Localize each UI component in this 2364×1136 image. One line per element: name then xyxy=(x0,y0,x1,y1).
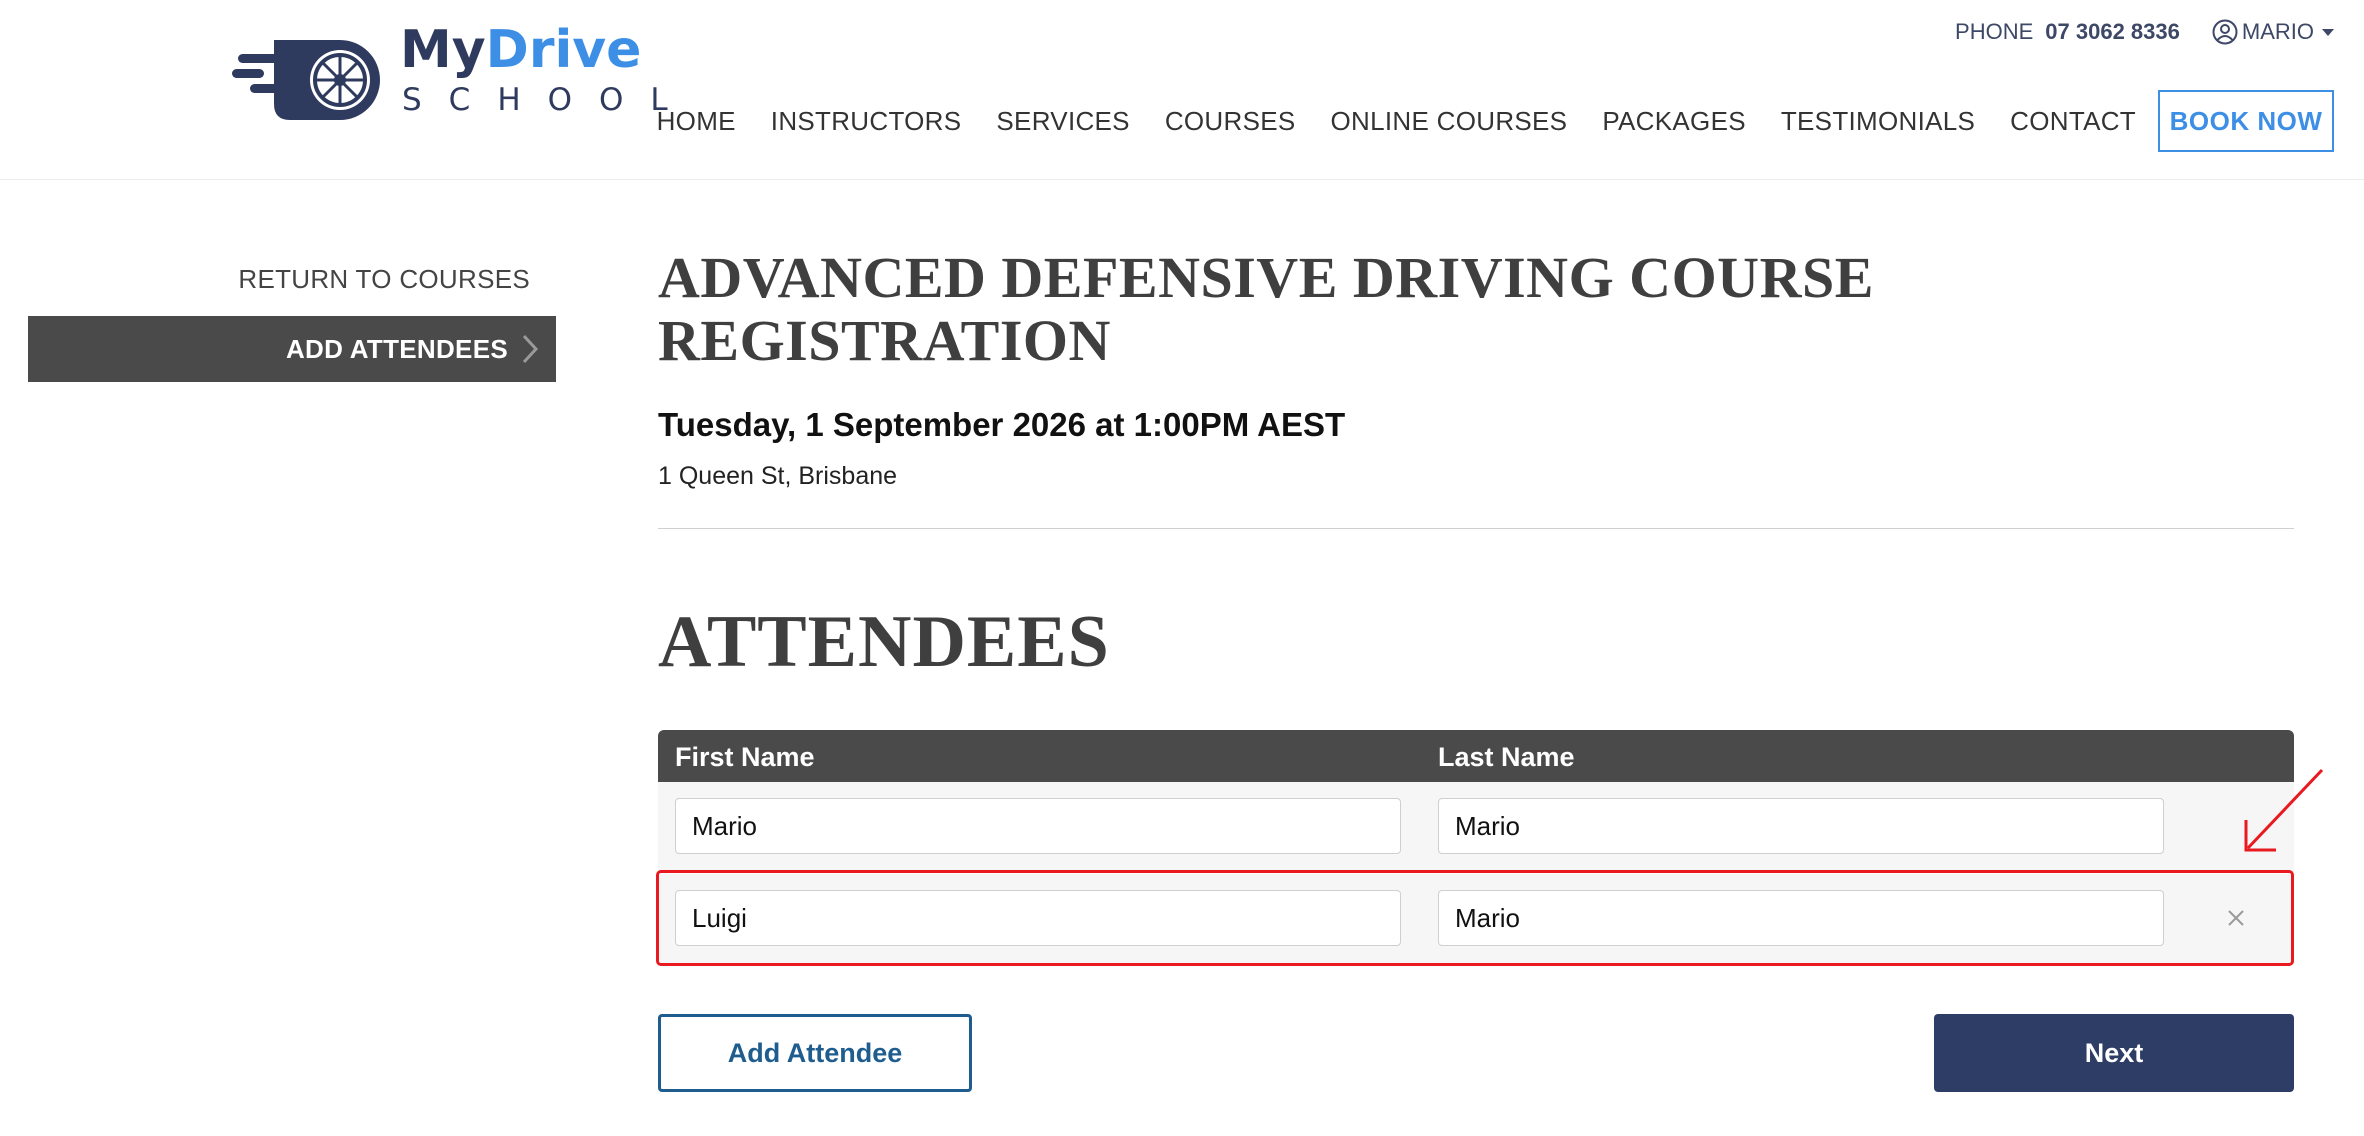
nav-instructors[interactable]: INSTRUCTORS xyxy=(771,106,962,137)
logo-text-drive: Drive xyxy=(485,20,642,80)
attendee-row xyxy=(658,782,2294,872)
nav-services[interactable]: SERVICES xyxy=(996,106,1129,137)
last-name-field[interactable] xyxy=(1438,890,2164,946)
phone-label: PHONE xyxy=(1955,19,2034,44)
user-menu-name[interactable]: MARIO xyxy=(2242,19,2314,45)
nav-testimonials[interactable]: TESTIMONIALS xyxy=(1781,106,1975,137)
close-icon xyxy=(2228,910,2244,926)
column-header-first-name: First Name xyxy=(675,742,815,772)
first-name-field[interactable] xyxy=(675,890,1401,946)
chevron-right-icon xyxy=(522,334,539,364)
column-header-last-name: Last Name xyxy=(1438,742,1575,772)
nav-packages[interactable]: PACKAGES xyxy=(1602,106,1746,137)
wheel-icon xyxy=(232,40,380,120)
book-now-button[interactable]: BOOK NOW xyxy=(2158,90,2334,152)
course-title: ADVANCED DEFENSIVE DRIVING COURSE REGIST… xyxy=(658,245,1874,373)
course-location: 1 Queen St, Brisbane xyxy=(658,462,898,490)
attendees-heading: ATTENDEES xyxy=(658,601,1110,683)
logo-wordmark: MyDrive xyxy=(400,20,641,80)
sidebar-item-add-attendees[interactable]: ADD ATTENDEES xyxy=(28,316,556,382)
logo-text-my: My xyxy=(400,20,486,80)
site-logo[interactable]: MyDrive SCHOOL xyxy=(232,20,682,120)
remove-attendee-button[interactable] xyxy=(2220,902,2252,934)
user-circle-icon[interactable] xyxy=(2212,19,2238,45)
course-date: Tuesday, 1 September 2026 at 1:00PM AEST xyxy=(658,406,1346,443)
nav-contact[interactable]: CONTACT xyxy=(2010,106,2136,137)
section-divider xyxy=(658,528,2294,529)
phone-number[interactable]: 07 3062 8336 xyxy=(2045,19,2180,45)
site-header: MyDrive SCHOOL PHONE 07 3062 8336 MARIO … xyxy=(0,0,2364,180)
main-nav: HOME INSTRUCTORS SERVICES COURSES ONLINE… xyxy=(622,90,2334,152)
attendees-table-header: First Name Last Name xyxy=(658,730,2294,782)
sidebar-item-label: ADD ATTENDEES xyxy=(285,333,508,364)
nav-home[interactable]: HOME xyxy=(657,106,736,137)
nav-online-courses[interactable]: ONLINE COURSES xyxy=(1331,106,1568,137)
nav-courses[interactable]: COURSES xyxy=(1165,106,1296,137)
caret-down-icon[interactable] xyxy=(2322,28,2334,36)
annotation-arrow-icon xyxy=(2244,768,2324,852)
first-name-field[interactable] xyxy=(675,798,1401,854)
return-to-courses-link[interactable]: RETURN TO COURSES xyxy=(0,264,530,295)
last-name-field[interactable] xyxy=(1438,798,2164,854)
add-attendee-button[interactable]: Add Attendee xyxy=(658,1014,972,1092)
top-utility-bar: PHONE 07 3062 8336 MARIO xyxy=(1955,16,2334,48)
attendee-row xyxy=(658,874,2294,964)
next-button[interactable]: Next xyxy=(1934,1014,2294,1092)
